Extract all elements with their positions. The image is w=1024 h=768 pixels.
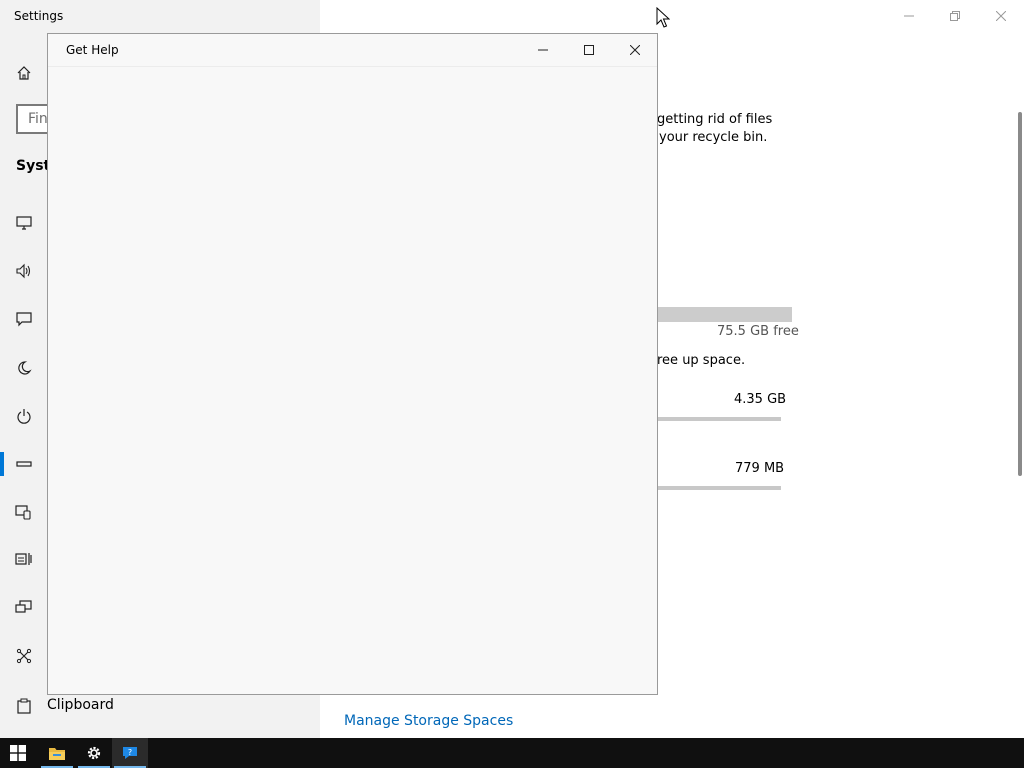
file-explorer-icon[interactable]: [39, 738, 75, 768]
settings-minimize-button[interactable]: [886, 0, 932, 32]
content-scrollbar[interactable]: [1018, 112, 1022, 476]
get-help-window-title: Get Help: [66, 43, 119, 57]
get-help-maximize-button[interactable]: [566, 34, 612, 66]
projecting-icon[interactable]: [14, 597, 34, 617]
sound-icon[interactable]: [14, 261, 34, 281]
focus-assist-icon[interactable]: [14, 358, 34, 378]
category-size-2: 779 MB: [735, 461, 785, 476]
get-help-content-area: [48, 66, 657, 694]
settings-window-title: Settings: [14, 9, 64, 23]
get-help-close-button[interactable]: [612, 34, 658, 66]
category-bar-1: [657, 417, 781, 421]
home-icon[interactable]: [14, 63, 34, 83]
svg-text:?: ?: [128, 748, 132, 757]
settings-restore-button[interactable]: [932, 0, 978, 32]
category-bar-2: [657, 486, 781, 490]
description-line-2: your recycle bin.: [659, 130, 768, 145]
start-icon[interactable]: [0, 738, 36, 768]
power-icon[interactable]: [14, 406, 34, 426]
display-icon[interactable]: [14, 213, 34, 233]
get-help-minimize-button[interactable]: [520, 34, 566, 66]
shared-experiences-icon[interactable]: [14, 646, 34, 666]
description-line-1: getting rid of files: [657, 112, 773, 127]
taskbar: ?: [0, 738, 1024, 768]
free-space-label: 75.5 GB free: [717, 324, 799, 339]
settings-icon[interactable]: [76, 738, 112, 768]
nav-selection-indicator: [0, 452, 4, 476]
get-help-titlebar[interactable]: Get Help: [48, 34, 657, 67]
multitasking-icon[interactable]: [14, 549, 34, 569]
category-size-1: 4.35 GB: [734, 392, 787, 407]
get-help-window: Get Help: [47, 33, 658, 695]
settings-close-button[interactable]: [978, 0, 1024, 32]
tablet-icon[interactable]: [14, 502, 34, 522]
manage-storage-spaces-link[interactable]: Manage Storage Spaces: [344, 713, 513, 729]
notifications-icon[interactable]: [14, 309, 34, 329]
sidebar-item-clipboard[interactable]: Clipboard: [47, 697, 114, 713]
clipboard-icon[interactable]: [14, 696, 34, 716]
get-help-icon[interactable]: ?: [112, 738, 148, 768]
mouse-pointer-icon: [656, 6, 671, 33]
storage-icon[interactable]: [14, 454, 34, 474]
storage-usage-bar: [657, 307, 792, 322]
free-up-space-text: ree up space.: [657, 353, 746, 368]
